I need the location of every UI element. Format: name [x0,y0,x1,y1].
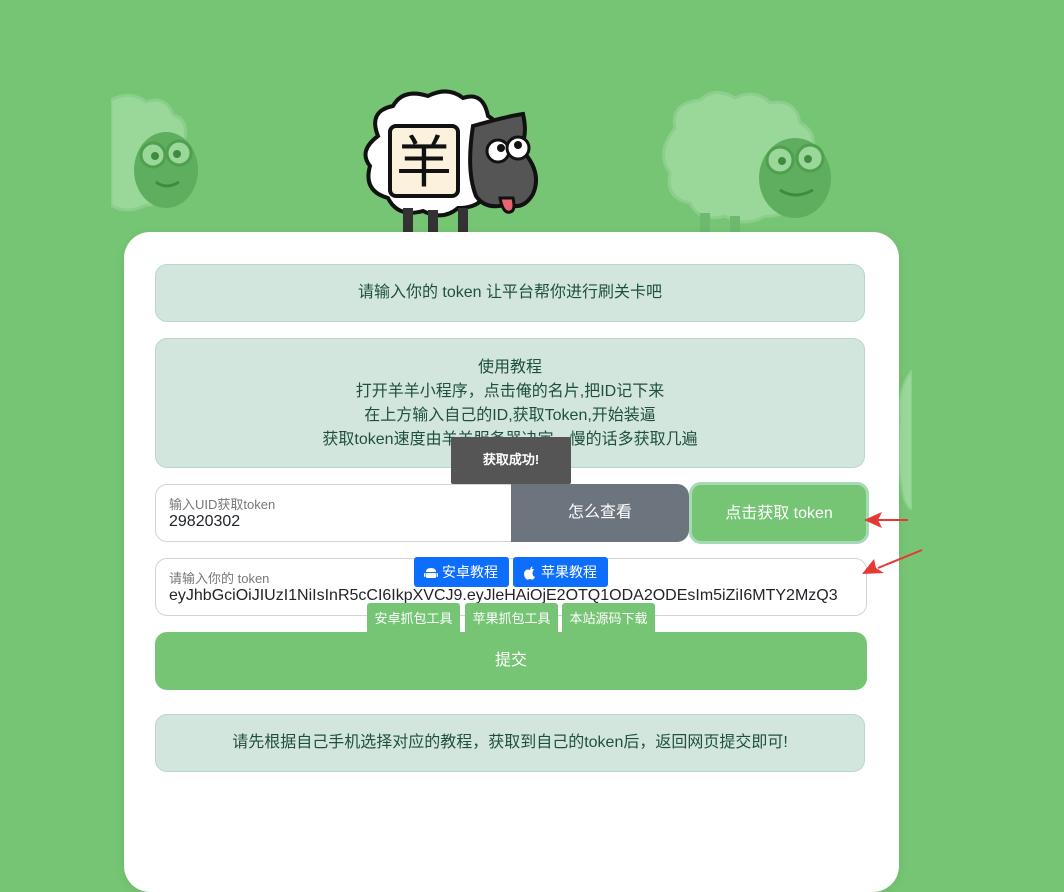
apple-tool-button[interactable]: 苹果抓包工具 [465,603,558,635]
tutorial-line: 在上方输入自己的ID,获取Token,开始装逼 [364,407,656,424]
apple-tutorial-label: 苹果教程 [541,564,597,580]
arrow-annotation-token-button [864,512,908,528]
main-card: 请输入你的 token 让平台帮你进行刷关卡吧 使用教程 打开羊羊小程序，点击俺… [124,232,899,892]
notice-bottom: 请先根据自己手机选择对应的教程，获取到自己的token后，返回网页提交即可! [155,714,865,772]
token-input-label: 请输入你的 token [169,571,270,586]
background-sheep-right [662,91,831,233]
android-tool-button[interactable]: 安卓抓包工具 [367,603,460,635]
uid-input-group: 输入UID获取token 29820302 怎么查看 点击获取 token [155,482,869,544]
tutorial-line: 打开羊羊小程序，点击俺的名片,把ID记下来 [355,383,665,400]
success-toast: 获取成功! [451,437,571,484]
arrow-annotation-token-field [862,549,923,574]
submit-button[interactable]: 提交 [155,632,867,690]
notice-top: 请输入你的 token 让平台帮你进行刷关卡吧 [155,264,865,322]
uid-input-value: 29820302 [169,513,241,530]
source-download-button[interactable]: 本站源码下载 [562,603,655,635]
uid-input[interactable]: 输入UID获取token 29820302 [155,484,513,542]
android-icon [424,568,438,579]
android-tutorial-label: 安卓教程 [442,564,498,580]
logo-character: 羊 [396,131,452,196]
apple-tutorial-button[interactable]: 苹果教程 [513,557,608,587]
tutorial-title: 使用教程 [477,359,542,376]
apple-icon [524,566,535,580]
sheep-logo: 羊 [363,89,538,236]
uid-input-label: 输入UID获取token [169,497,276,512]
how-to-view-button[interactable]: 怎么查看 [511,484,689,542]
background-sheep-left [111,94,198,212]
android-tutorial-button[interactable]: 安卓教程 [414,557,509,587]
get-token-button[interactable]: 点击获取 token [689,482,869,544]
